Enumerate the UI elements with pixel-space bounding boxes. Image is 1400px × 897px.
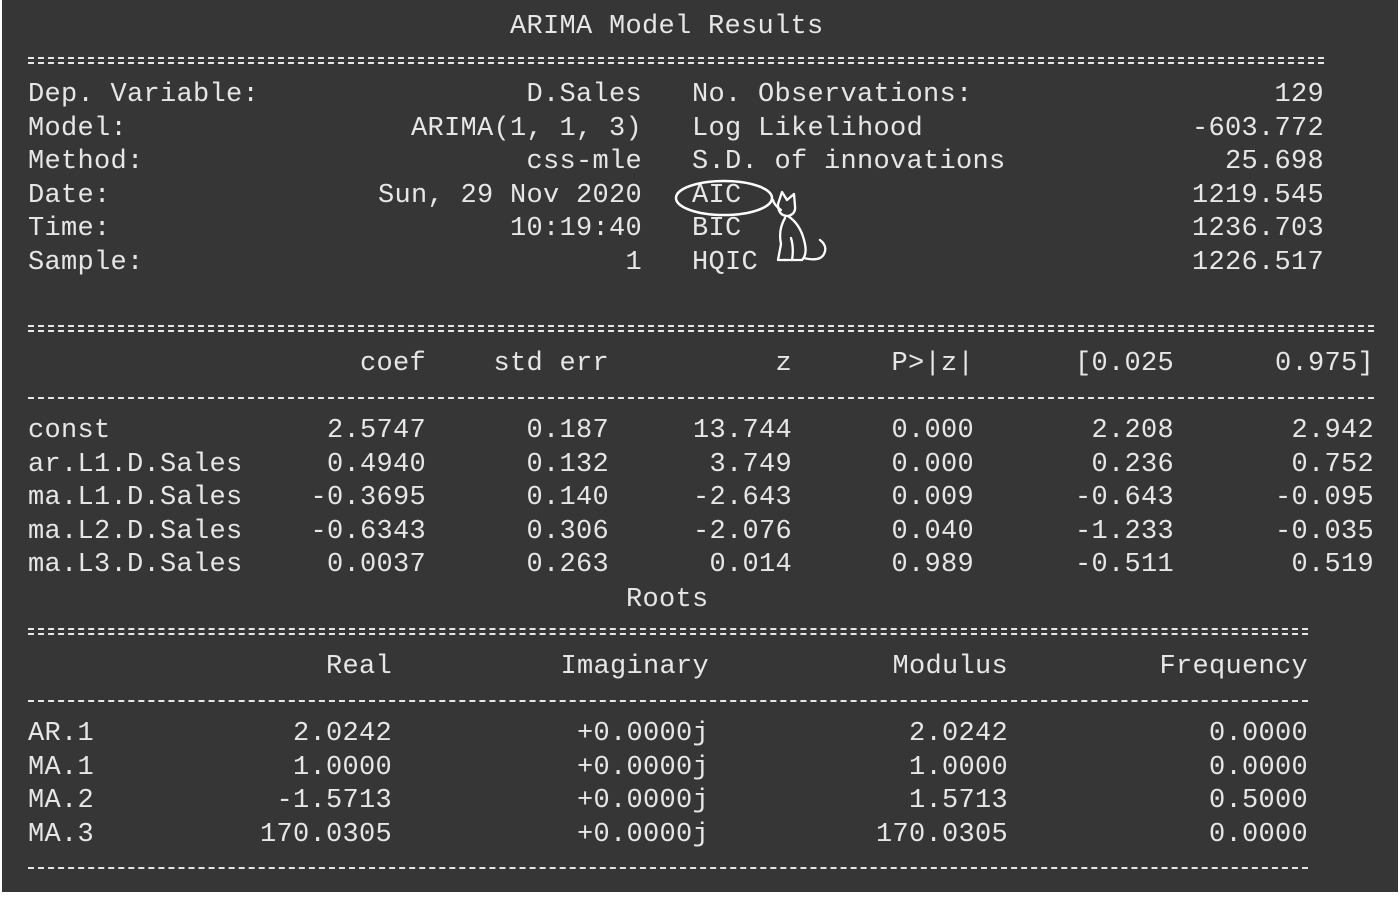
table-cell: +0.0000j [576,719,709,749]
info-value: 1226.517 [1191,248,1324,278]
table-cell: -2.643 [692,483,792,514]
table-cell: 0.4940 [326,449,426,480]
info-value: D.Sales [526,80,642,110]
coef-header-rule [28,397,1374,399]
row-label: ma.L2.D.Sales [28,516,243,547]
info-value: Sun, 29 Nov 2020 [377,180,642,211]
table-cell: 1.0000 [908,752,1008,783]
roots-top-double-rule [28,628,1308,635]
info-label: Method: [28,147,144,178]
table-cell: 0.132 [526,449,609,480]
column-header: Real [325,652,392,682]
column-header: [0.025 [1074,349,1174,379]
info-value: 1 [625,248,642,278]
table-cell: -1.5713 [276,786,392,817]
info-label: Log Likelihood [692,113,924,144]
table-cell: -0.095 [1274,483,1374,514]
table-cell: 1.5713 [908,786,1008,817]
row-label: ma.L3.D.Sales [28,550,243,581]
column-header: Frequency [1159,652,1308,682]
info-value: 1219.545 [1191,180,1324,211]
table-cell: -2.076 [692,516,792,547]
column-header: 0.975] [1274,349,1374,379]
table-cell: 0.519 [1291,550,1374,581]
table-cell: 2.0242 [292,719,392,749]
table-cell: -0.035 [1274,516,1374,547]
table-cell: 0.989 [891,550,974,581]
table-cell: 0.0000 [1208,819,1308,850]
table-cell: 0.014 [709,550,792,581]
info-label: Sample: [28,248,144,278]
table-cell: 0.0000 [1208,752,1308,783]
roots-title: Roots [626,585,709,615]
table-cell: 0.306 [526,516,609,547]
table-cell: -0.511 [1074,550,1174,581]
info-value: -603.772 [1191,113,1324,144]
info-label: Date: [28,180,111,211]
column-header: coef [359,349,426,379]
table-cell: 2.942 [1291,416,1374,446]
row-label: AR.1 [28,719,95,749]
table-cell: +0.0000j [576,786,709,817]
table-cell: 1.0000 [292,752,392,783]
table-cell: 0.263 [526,550,609,581]
row-label: ar.L1.D.Sales [28,449,243,480]
roots-header-rule [28,700,1308,702]
info-label: No. Observations: [692,80,973,110]
top-double-rule [28,57,1324,64]
info-label: Model: [28,113,128,144]
row-label: ma.L1.D.Sales [28,483,243,514]
table-cell: 0.0037 [326,550,426,581]
row-label: MA.3 [28,819,95,850]
table-cell: 0.5000 [1208,786,1308,817]
table-cell: 0.009 [891,483,974,514]
info-label: S.D. of innovations [692,147,1006,178]
table-cell: -0.3695 [310,483,426,514]
table-cell: 0.752 [1291,449,1374,480]
info-value: 1236.703 [1191,214,1324,245]
coef-top-double-rule [28,325,1374,332]
table-cell: +0.0000j [576,752,709,783]
roots-bottom-rule [28,867,1308,869]
info-label: Time: [28,214,111,245]
table-cell: 3.749 [709,449,792,480]
table-cell: +0.0000j [576,819,709,850]
info-value: 10:19:40 [509,214,642,245]
table-cell: 0.140 [526,483,609,514]
cat-circling-aic-icon [674,179,827,262]
table-cell: 2.208 [1091,416,1174,446]
column-header: z [775,349,792,379]
table-cell: 170.0305 [259,819,392,850]
info-value: 25.698 [1224,147,1324,178]
table-cell: -0.6343 [310,516,426,547]
table-cell: 0.236 [1091,449,1174,480]
page-title: ARIMA Model Results [510,12,824,42]
column-header: std err [493,349,609,379]
table-cell: 0.040 [891,516,974,547]
info-label: Dep. Variable: [28,80,260,110]
table-cell: 2.5747 [326,416,426,446]
arima-results-panel: ARIMA Model Results Dep. Variable: D.Sale… [2,0,1398,892]
column-header: P>|z| [891,349,974,379]
row-label: MA.2 [28,786,95,817]
row-label: MA.1 [28,752,95,783]
table-cell: 0.0000 [1208,719,1308,749]
info-value: ARIMA(1, 1, 3) [410,113,642,144]
table-cell: -1.233 [1074,516,1174,547]
table-cell: 13.744 [692,416,792,446]
table-cell: 0.000 [891,416,974,446]
info-value: 129 [1274,80,1324,110]
table-cell: 170.0305 [875,819,1008,850]
column-header: Modulus [892,652,1008,682]
table-cell: -0.643 [1074,483,1174,514]
table-cell: 2.0242 [908,719,1008,749]
column-header: Imaginary [560,652,709,682]
table-cell: 0.187 [526,416,609,446]
info-value: css-mle [526,147,642,178]
row-label: const [28,416,111,446]
table-cell: 0.000 [891,449,974,480]
